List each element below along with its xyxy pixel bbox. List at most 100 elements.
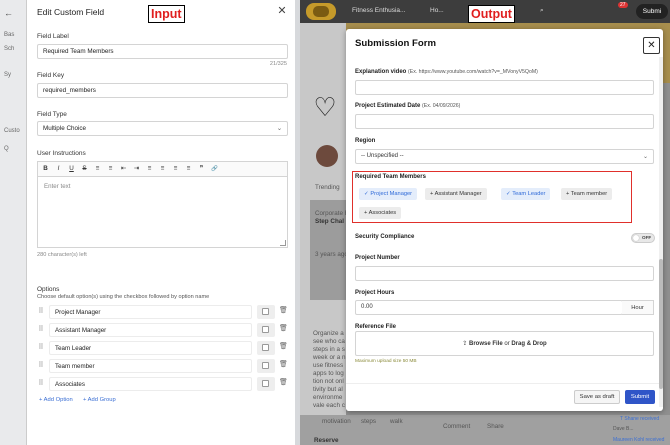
resize-handle-icon[interactable] bbox=[280, 240, 286, 246]
default-checkbox[interactable] bbox=[257, 323, 275, 337]
align-center-icon[interactable]: ≡ bbox=[158, 164, 167, 174]
align-right-icon[interactable]: ≡ bbox=[171, 164, 180, 174]
field-key-input[interactable]: required_members bbox=[37, 83, 288, 98]
modal-title: Submission Form bbox=[355, 38, 437, 49]
bg-tag[interactable]: walk bbox=[390, 418, 403, 425]
add-option-link[interactable]: + Add Option bbox=[39, 397, 73, 403]
default-checkbox[interactable] bbox=[257, 341, 275, 355]
field-type-label: Field Type bbox=[37, 111, 67, 118]
bullet-list-icon[interactable]: ≡ bbox=[93, 164, 102, 174]
options-help: Choose default option(s) using the check… bbox=[37, 294, 210, 300]
option-input[interactable]: Project Manager bbox=[49, 305, 252, 319]
bg-text: tivity but al bbox=[313, 386, 343, 393]
indent-icon[interactable]: ⇥ bbox=[132, 164, 141, 174]
bg-text: environme bbox=[313, 394, 343, 401]
project-date-label: Project Estimated Date (Ex. 04/09/2026) bbox=[355, 103, 461, 109]
char-counter: 21/325 bbox=[269, 61, 287, 67]
numbered-list-icon[interactable]: ≡ bbox=[106, 164, 115, 174]
outdent-icon[interactable]: ⇤ bbox=[119, 164, 128, 174]
input-tag: Input bbox=[148, 5, 185, 23]
chevron-down-icon: ⌄ bbox=[276, 125, 282, 132]
link-icon[interactable]: 🔗 bbox=[210, 164, 219, 174]
bg-text: Corporate F bbox=[315, 210, 349, 217]
project-date-input[interactable] bbox=[355, 114, 654, 129]
submit-top-button[interactable]: Submi bbox=[636, 4, 668, 19]
align-justify-icon[interactable]: ≡ bbox=[184, 164, 193, 174]
field-key-label: Field Key bbox=[37, 72, 65, 79]
panel-title: Edit Custom Field bbox=[37, 7, 105, 17]
close-icon[interactable]: ✕ bbox=[643, 37, 660, 54]
save-draft-button[interactable]: Save as draft bbox=[574, 390, 620, 404]
security-toggle[interactable]: OFF bbox=[631, 233, 655, 243]
default-checkbox[interactable] bbox=[257, 305, 275, 319]
trash-icon[interactable]: 🗑 bbox=[279, 342, 288, 353]
drag-handle-icon[interactable]: ⠿ bbox=[37, 379, 45, 389]
project-hours-input[interactable]: 0.00 bbox=[355, 300, 623, 315]
drag-handle-icon[interactable]: ⠿ bbox=[37, 343, 45, 353]
field-label-input[interactable]: Required Team Members bbox=[37, 44, 288, 59]
drag-handle-icon[interactable]: ⠿ bbox=[37, 307, 45, 317]
field-label-label: Field Label bbox=[37, 33, 69, 40]
output-tag: Output bbox=[468, 5, 515, 23]
comment-button[interactable]: Comment bbox=[443, 423, 470, 430]
region-value: -- Unspecified -- bbox=[361, 153, 404, 159]
italic-icon[interactable]: I bbox=[54, 164, 63, 174]
underline-icon[interactable]: U bbox=[67, 164, 76, 174]
option-row: ⠿ Team Leader 🗑 bbox=[37, 341, 288, 355]
hours-unit: Hour bbox=[622, 300, 654, 315]
bg-text: 3 years ago bbox=[315, 251, 348, 258]
bg-nav-item: Sch bbox=[4, 46, 15, 52]
option-input[interactable]: Assistant Manager bbox=[49, 323, 252, 337]
bg-text: Dave B... bbox=[613, 426, 634, 432]
bg-text: steps in a s bbox=[313, 346, 345, 353]
bg-tag[interactable]: motivation bbox=[322, 418, 351, 425]
option-input[interactable]: Associates bbox=[49, 377, 252, 391]
bg-nav-item: Q bbox=[4, 146, 9, 152]
close-icon[interactable]: ✕ bbox=[275, 4, 289, 18]
trash-icon[interactable]: 🗑 bbox=[279, 324, 288, 335]
trash-icon[interactable]: 🗑 bbox=[279, 306, 288, 317]
bg-text: T Shane received bbox=[620, 416, 660, 422]
project-hours-label: Project Hours bbox=[355, 290, 395, 296]
security-compliance-label: Security Compliance bbox=[355, 234, 415, 240]
option-row: ⠿ Assistant Manager 🗑 bbox=[37, 323, 288, 337]
logo-icon[interactable] bbox=[306, 3, 336, 20]
explanation-video-input[interactable] bbox=[355, 80, 654, 95]
project-number-input[interactable] bbox=[355, 266, 654, 281]
bg-text: use fitness bbox=[313, 362, 344, 369]
region-select[interactable]: -- Unspecified -- ⌄ bbox=[355, 149, 654, 164]
bg-text: Reserve bbox=[314, 437, 339, 444]
align-left-icon[interactable]: ≡ bbox=[145, 164, 154, 174]
option-input[interactable]: Team Leader bbox=[49, 341, 252, 355]
trash-icon[interactable]: 🗑 bbox=[279, 378, 288, 389]
field-type-select[interactable]: Multiple Choice ⌄ bbox=[37, 121, 288, 136]
submit-button[interactable]: Submit bbox=[625, 390, 655, 404]
bold-icon[interactable]: B bbox=[41, 164, 50, 174]
trending-tab[interactable]: Trending bbox=[315, 184, 340, 191]
bg-text: vale each c bbox=[313, 402, 345, 409]
add-group-link[interactable]: + Add Group bbox=[83, 397, 116, 403]
option-row: ⠿ Associates 🗑 bbox=[37, 377, 288, 391]
share-button[interactable]: Share bbox=[487, 423, 504, 430]
chevron-down-icon: ⌄ bbox=[642, 154, 648, 160]
editor-toolbar: B I U S ≡ ≡ ⇤ ⇥ ≡ ≡ ≡ ≡ ❞ 🔗 bbox=[37, 161, 288, 176]
back-arrow-icon[interactable]: ← bbox=[4, 8, 13, 18]
quote-icon[interactable]: ❞ bbox=[197, 164, 206, 174]
instructions-editor[interactable]: Enter text bbox=[37, 176, 288, 248]
drag-handle-icon[interactable]: ⠿ bbox=[37, 361, 45, 371]
default-checkbox[interactable] bbox=[257, 359, 275, 373]
community-title[interactable]: Fitness Enthusia... bbox=[352, 7, 405, 14]
search-icon[interactable]: ⌕ bbox=[540, 7, 544, 15]
bg-text: apps to log bbox=[313, 370, 344, 377]
strikethrough-icon[interactable]: S bbox=[80, 164, 89, 174]
home-menu[interactable]: Ho... bbox=[430, 7, 444, 14]
option-input[interactable]: Team member bbox=[49, 359, 252, 373]
bg-tag[interactable]: steps bbox=[361, 418, 376, 425]
drag-handle-icon[interactable]: ⠿ bbox=[37, 325, 45, 335]
default-checkbox[interactable] bbox=[257, 377, 275, 391]
toggle-knob bbox=[633, 235, 639, 241]
trash-icon[interactable]: 🗑 bbox=[279, 360, 288, 371]
drag-drop-text: Drag & Drop bbox=[511, 341, 547, 347]
scrollbar-thumb[interactable] bbox=[659, 259, 663, 389]
file-drop-zone[interactable]: ⇪ Browse File or Drag & Drop bbox=[355, 331, 654, 356]
